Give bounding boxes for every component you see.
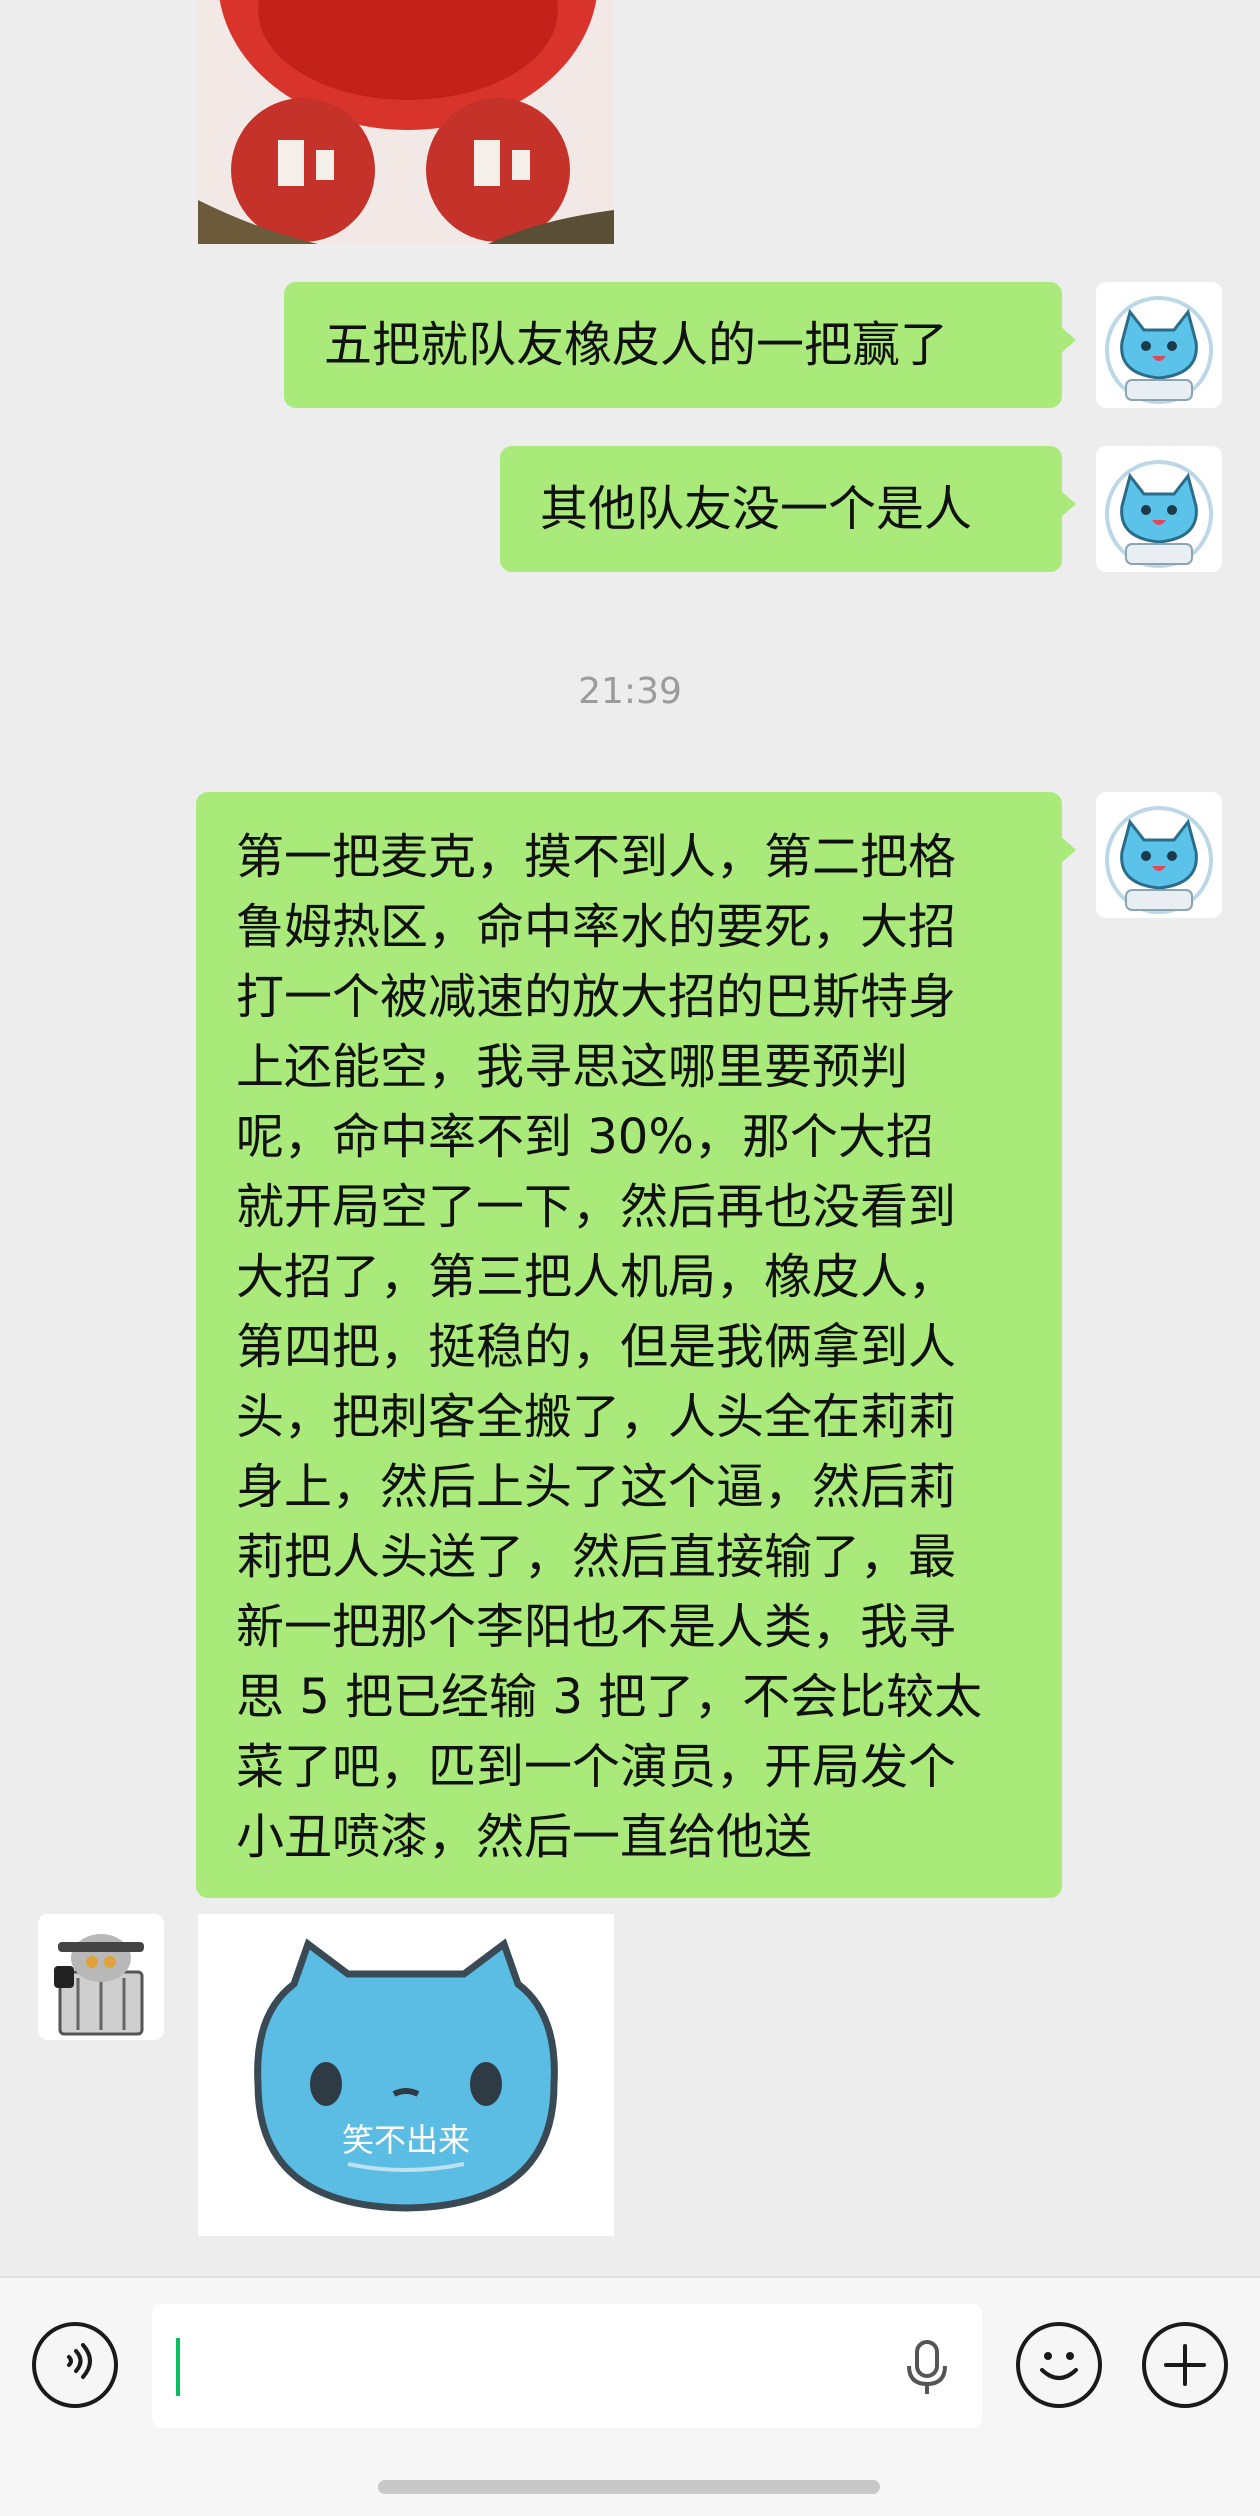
emoji-button[interactable] [1016, 2322, 1102, 2408]
message-line: 第一把麦克，摸不到人，第二把格 [236, 829, 957, 885]
contact-avatar[interactable] [38, 1914, 164, 2040]
input-bar [0, 2276, 1260, 2516]
message-line: 头，把刺客全搬了，人头全在莉莉 [236, 1389, 957, 1445]
message-line: 大招了，第三把人机局，橡皮人， [236, 1249, 957, 1305]
message-line: 鲁姆热区，命中率水的要死，大招 [236, 899, 957, 955]
text-caret [176, 2338, 180, 2396]
sticker-image-top[interactable] [198, 0, 614, 244]
plus-icon [1164, 2344, 1206, 2386]
mic-icon[interactable] [902, 2338, 952, 2398]
my-avatar[interactable] [1096, 446, 1222, 572]
my-message-bubble-long[interactable]: 第一把麦克，摸不到人，第二把格 鲁姆热区，命中率水的要死，大招 打一个被减速的放… [196, 792, 1076, 1898]
message-text: 五把就队友橡皮人的一把赢了 [324, 317, 949, 373]
more-actions-button[interactable] [1142, 2322, 1228, 2408]
home-indicator[interactable] [378, 2480, 880, 2494]
message-line: 就开局空了一下，然后再也没看到 [236, 1179, 957, 1235]
chat-timestamp: 21:39 [578, 671, 682, 712]
sticker-image-bottom[interactable]: 笑不出来 [198, 1914, 614, 2236]
message-line: 思 5 把已经输 3 把了，不会比较太 [236, 1669, 983, 1725]
message-line: 新一把那个李阳也不是人类，我寻 [236, 1599, 957, 1655]
voice-input-button[interactable] [32, 2322, 118, 2408]
my-avatar[interactable] [1096, 792, 1222, 918]
message-line: 小丑喷漆，然后一直给他送 [236, 1809, 813, 1865]
sticker-caption: 笑不出来 [341, 2121, 470, 2159]
message-line: 呢，命中率不到 30%，那个大招 [236, 1109, 934, 1165]
message-line: 第四把，挺稳的，但是我俩拿到人 [236, 1319, 957, 1375]
voice-icon [67, 2343, 92, 2379]
message-line: 菜了吧，匹到一个演员，开局发个 [236, 1739, 957, 1795]
my-message-bubble[interactable]: 五把就队友橡皮人的一把赢了 [284, 282, 1076, 408]
message-text: 其他队友没一个是人 [540, 481, 973, 537]
emoji-icon [1040, 2352, 1078, 2380]
message-line: 身上，然后上头了这个逼，然后莉 [236, 1459, 957, 1515]
my-avatar[interactable] [1096, 282, 1222, 408]
chat-screen: 五把就队友橡皮人的一把赢了 其他队友没一个是人 21:39 第一把麦克，摸不到人… [0, 0, 1260, 2516]
my-message-bubble[interactable]: 其他队友没一个是人 [500, 446, 1076, 572]
message-input[interactable] [152, 2304, 982, 2428]
message-line: 莉把人头送了，然后直接输了，最 [236, 1529, 957, 1585]
message-line: 打一个被减速的放大招的巴斯特身 [236, 969, 957, 1025]
message-line: 上还能空，我寻思这哪里要预判 [236, 1039, 909, 1095]
